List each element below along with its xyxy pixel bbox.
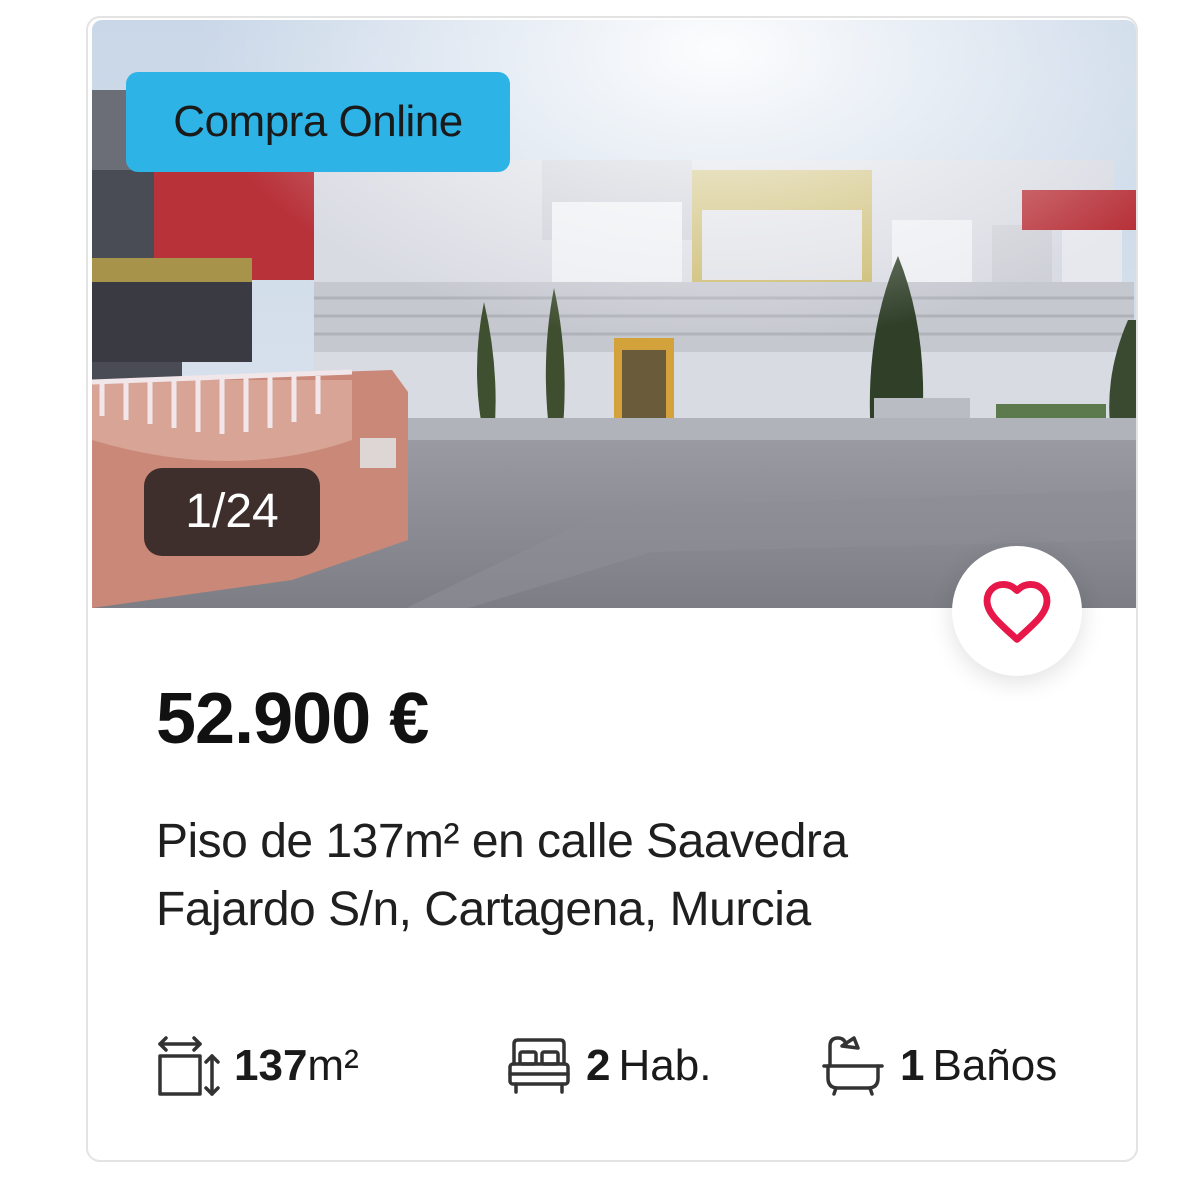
feature-area: 137 m² [156,1026,359,1106]
heart-icon [983,581,1051,643]
area-unit: m² [307,1041,359,1090]
area-icon [156,1034,220,1098]
rooms-unit: Hab. [618,1041,712,1090]
feature-rooms: 2 Hab. [506,1026,711,1106]
area-value: 137 [234,1041,308,1090]
bed-icon [506,1034,572,1098]
baths-value: 1 [900,1041,925,1090]
rooms-value: 2 [586,1041,611,1090]
listing-photo[interactable]: Compra Online 1/24 [92,20,1136,608]
compra-online-badge: Compra Online [126,72,510,172]
feature-row: 137 m² 2 Hab. 1 Baños [156,1026,1096,1106]
listing-title[interactable]: Piso de 137m² en calle Saavedra Fajardo … [156,808,956,944]
photo-counter: 1/24 [144,468,320,556]
baths-unit: Baños [932,1041,1058,1090]
feature-baths: 1 Baños [820,1026,1057,1106]
listing-price: 52.900 € [156,679,429,759]
favorite-button[interactable] [952,546,1082,676]
listing-card[interactable]: Compra Online 1/24 52.900 € Piso de 137m… [86,16,1138,1162]
bathtub-icon [820,1034,886,1098]
